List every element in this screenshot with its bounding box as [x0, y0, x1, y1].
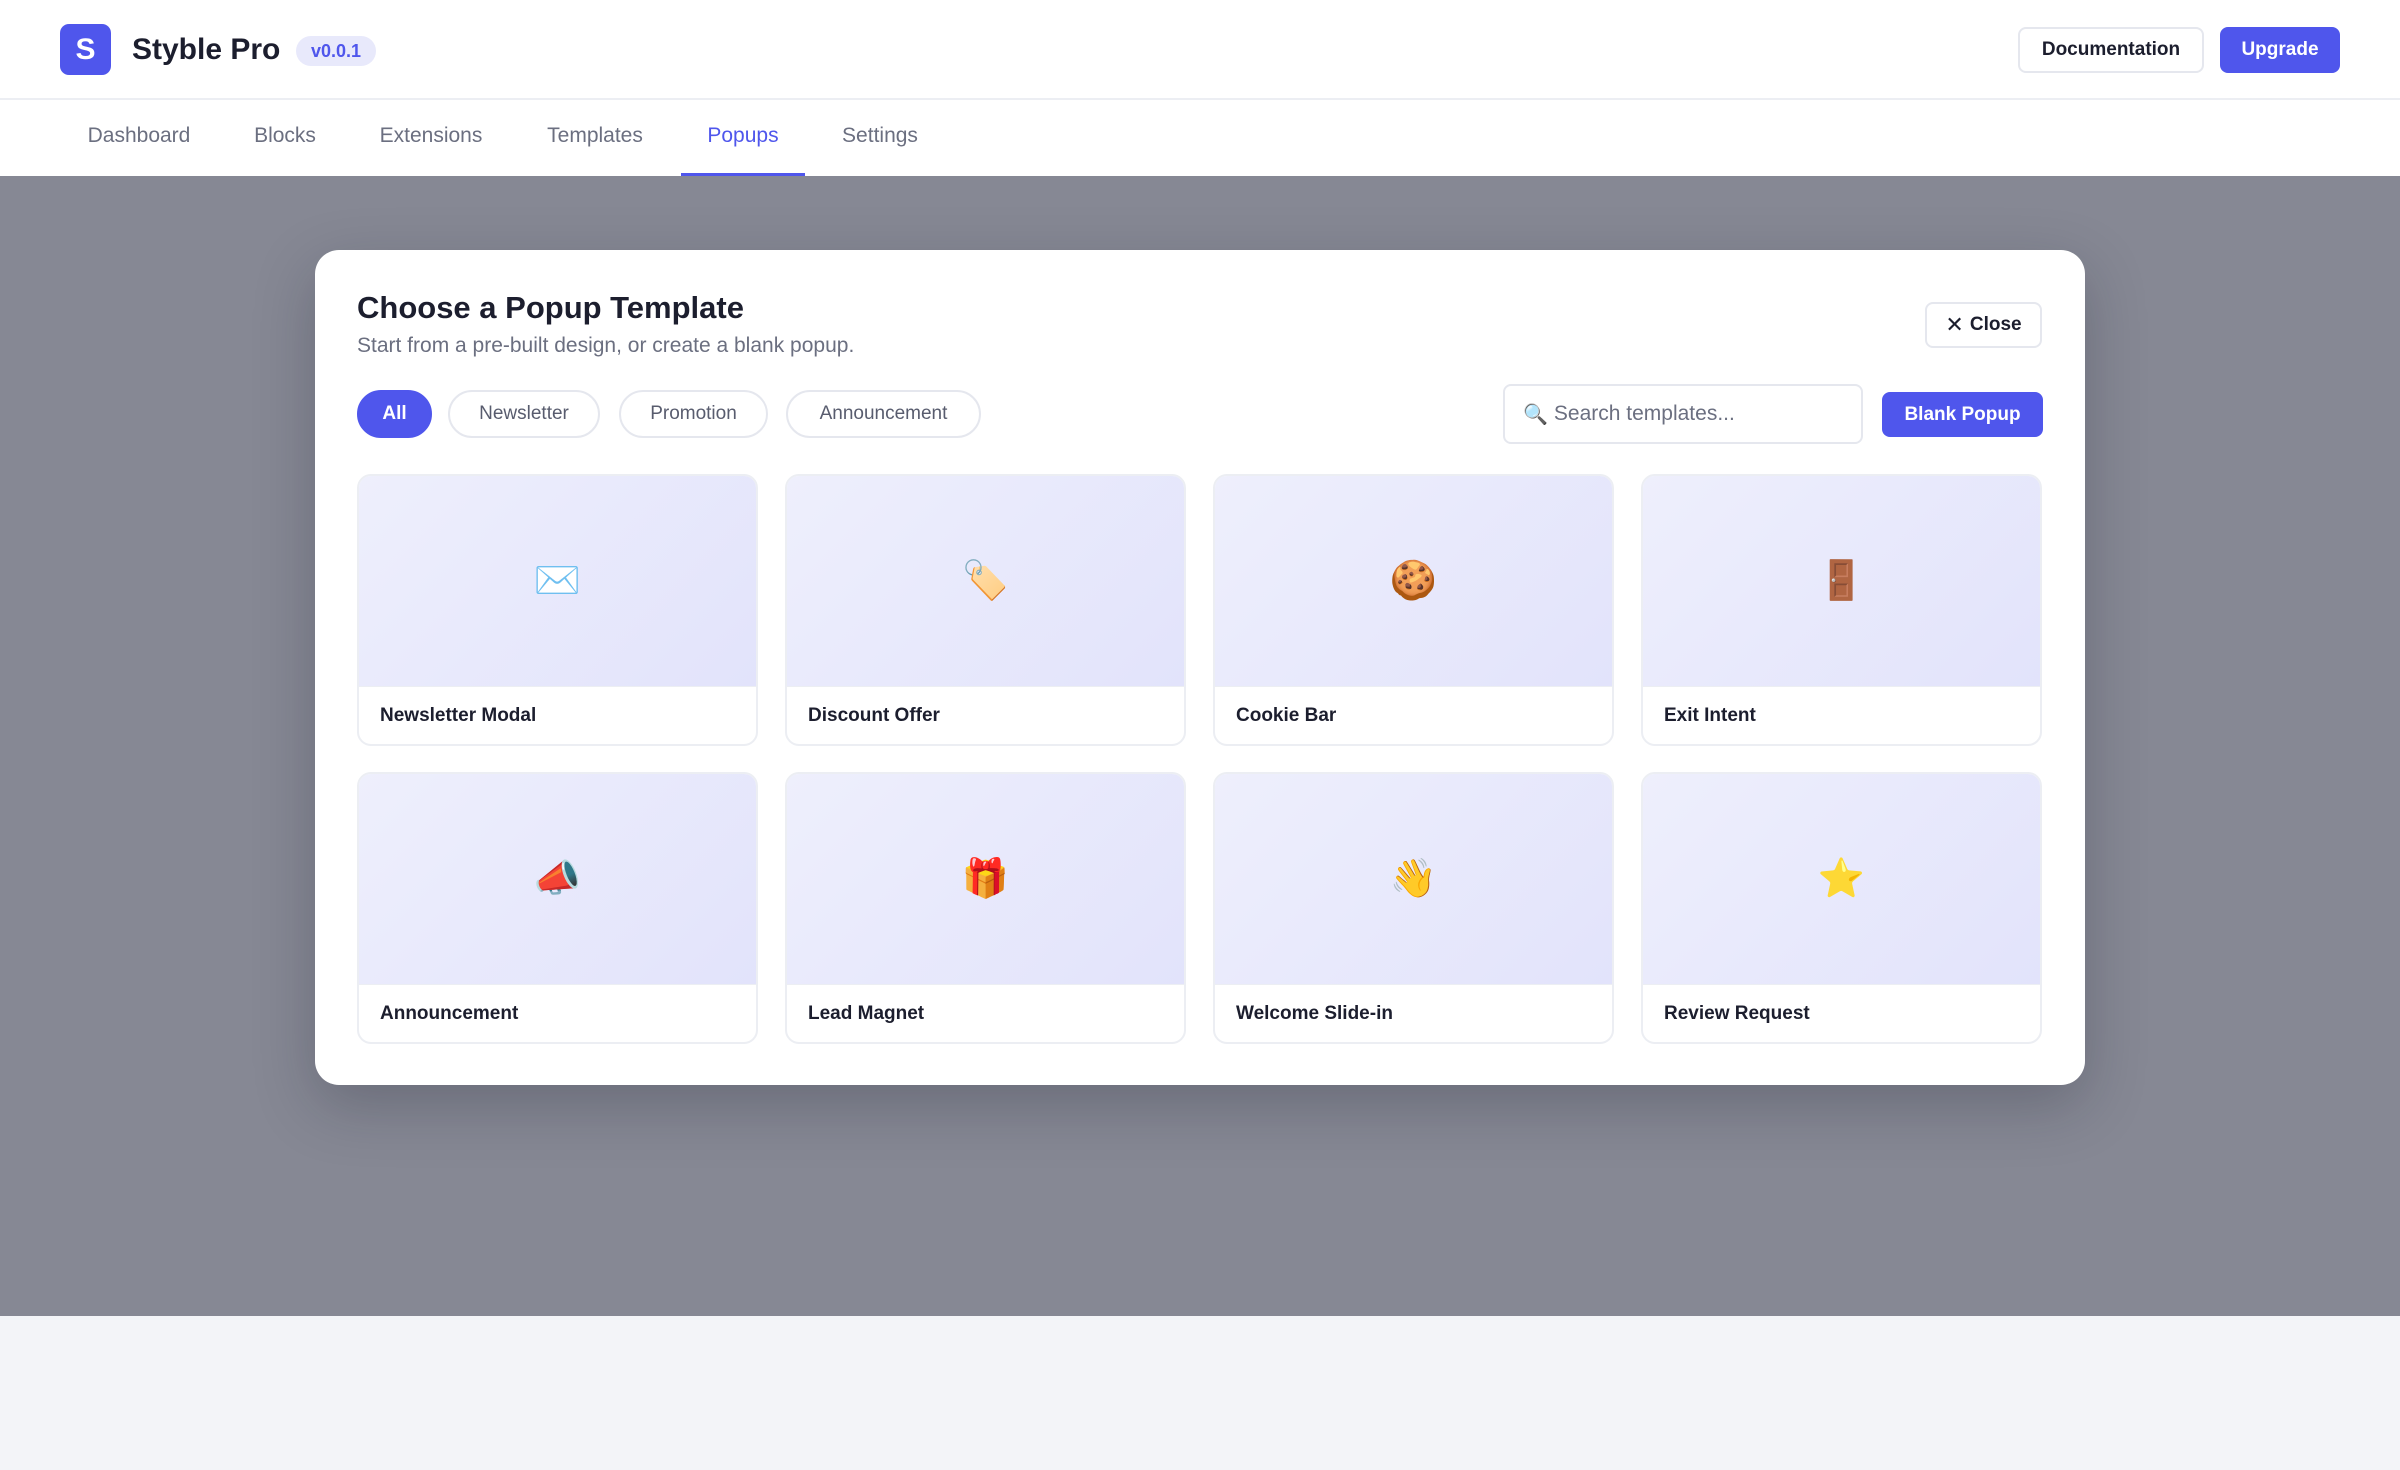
tab-templates[interactable]: Templates	[520, 100, 670, 176]
app-root: S Styble Pro v0.0.1 Documentation Upgrad…	[0, 0, 2400, 1470]
template-card-welcome-slide-in[interactable]: 👋 Welcome Slide-in	[1213, 772, 1614, 1044]
star-icon: ⭐	[1643, 774, 2040, 984]
tag-icon: 🏷️	[787, 476, 1184, 686]
template-name: Lead Magnet	[787, 984, 1184, 1042]
close-button[interactable]: ✕ Close	[1925, 302, 2042, 348]
tab-popups[interactable]: Popups	[681, 100, 805, 176]
modal-subtitle: Start from a pre-built design, or create…	[357, 334, 855, 357]
page-footer-area	[0, 1316, 2400, 1470]
megaphone-icon: 📣	[359, 774, 756, 984]
gift-icon: 🎁	[787, 774, 1184, 984]
filter-all[interactable]: All	[357, 390, 432, 438]
version-badge: v0.0.1	[296, 36, 377, 66]
tab-blocks[interactable]: Blocks	[228, 100, 342, 176]
tab-settings[interactable]: Settings	[815, 100, 945, 176]
cookie-icon: 🍪	[1215, 476, 1612, 686]
search-box[interactable]: 🔍	[1503, 384, 1863, 444]
template-name: Discount Offer	[787, 686, 1184, 744]
template-name: Announcement	[359, 984, 756, 1042]
main-nav: Dashboard Blocks Extensions Templates Po…	[0, 100, 2400, 176]
modal-title: Choose a Popup Template	[357, 290, 744, 325]
template-card-discount-offer[interactable]: 🏷️ Discount Offer	[785, 474, 1186, 746]
template-name: Newsletter Modal	[359, 686, 756, 744]
search-icon: 🔍	[1523, 403, 1548, 426]
tab-extensions[interactable]: Extensions	[352, 100, 510, 176]
popup-template-modal: Choose a Popup Template Start from a pre…	[315, 250, 2085, 1085]
waving-hand-icon: 👋	[1215, 774, 1612, 984]
door-icon: 🚪	[1643, 476, 2040, 686]
search-input[interactable]	[1553, 402, 1854, 426]
template-name: Review Request	[1643, 984, 2040, 1042]
filter-announcement[interactable]: Announcement	[786, 390, 981, 438]
template-card-announcement[interactable]: 📣 Announcement	[357, 772, 758, 1044]
template-card-lead-magnet[interactable]: 🎁 Lead Magnet	[785, 772, 1186, 1044]
documentation-button[interactable]: Documentation	[2018, 27, 2204, 73]
top-header: S Styble Pro v0.0.1 Documentation Upgrad…	[0, 0, 2400, 100]
template-card-cookie-bar[interactable]: 🍪 Cookie Bar	[1213, 474, 1614, 746]
app-name: Styble Pro	[132, 33, 281, 66]
close-icon: ✕	[1945, 312, 1964, 337]
filter-newsletter[interactable]: Newsletter	[448, 390, 600, 438]
upgrade-button[interactable]: Upgrade	[2220, 27, 2340, 73]
template-name: Welcome Slide-in	[1215, 984, 1612, 1042]
tab-dashboard[interactable]: Dashboard	[60, 100, 218, 176]
template-name: Exit Intent	[1643, 686, 2040, 744]
template-card-newsletter-modal[interactable]: ✉️ Newsletter Modal	[357, 474, 758, 746]
template-card-exit-intent[interactable]: 🚪 Exit Intent	[1641, 474, 2042, 746]
envelope-icon: ✉️	[359, 476, 756, 686]
filter-promotion[interactable]: Promotion	[619, 390, 768, 438]
close-label: Close	[1969, 314, 2022, 335]
blank-popup-button[interactable]: Blank Popup	[1882, 392, 2043, 437]
app-logo[interactable]: S	[60, 24, 111, 75]
template-name: Cookie Bar	[1215, 686, 1612, 744]
template-card-review-request[interactable]: ⭐ Review Request	[1641, 772, 2042, 1044]
